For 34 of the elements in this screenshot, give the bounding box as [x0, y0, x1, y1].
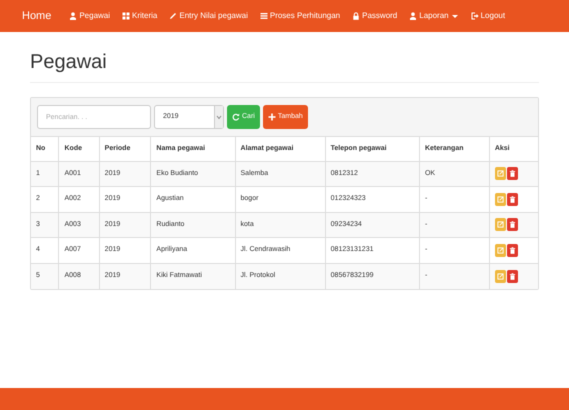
trash-icon	[508, 221, 516, 228]
edit-icon	[496, 221, 504, 228]
logout-icon	[470, 12, 479, 20]
edit-icon	[496, 246, 504, 254]
page-title: Pegawai	[30, 50, 539, 83]
nav-link[interactable]: Logout	[470, 10, 506, 22]
person-icon	[409, 12, 418, 20]
nav-link[interactable]: Pegawai	[69, 10, 110, 22]
trash-icon	[508, 246, 516, 254]
trash-icon	[508, 272, 516, 280]
delete-button[interactable]	[506, 218, 518, 232]
trash-icon	[508, 196, 516, 203]
refresh-icon	[232, 113, 240, 121]
pencil-icon	[169, 12, 178, 20]
edit-icon	[496, 196, 504, 203]
person-icon	[69, 12, 78, 20]
delete-button[interactable]	[506, 192, 518, 206]
delete-button[interactable]	[506, 167, 518, 180]
nav-link[interactable]: Kriteria	[122, 10, 158, 22]
edit-icon	[496, 272, 504, 280]
nav-link[interactable]: Entry Nilai pegawai	[169, 10, 248, 22]
trash-icon	[508, 170, 516, 178]
plus-icon	[268, 113, 276, 121]
lock-icon	[352, 12, 360, 20]
delete-button[interactable]	[506, 244, 518, 257]
delete-button[interactable]	[506, 270, 518, 282]
nav-link[interactable]: Proses Perhitungan	[260, 10, 340, 22]
caret-icon	[215, 113, 223, 121]
nav-link[interactable]: Password	[352, 10, 398, 22]
grid-icon	[122, 12, 130, 20]
edit-icon	[496, 170, 504, 178]
home-link[interactable]: Home	[22, 8, 52, 24]
list-icon	[260, 12, 268, 20]
nav-link[interactable]: Laporan	[409, 10, 459, 22]
